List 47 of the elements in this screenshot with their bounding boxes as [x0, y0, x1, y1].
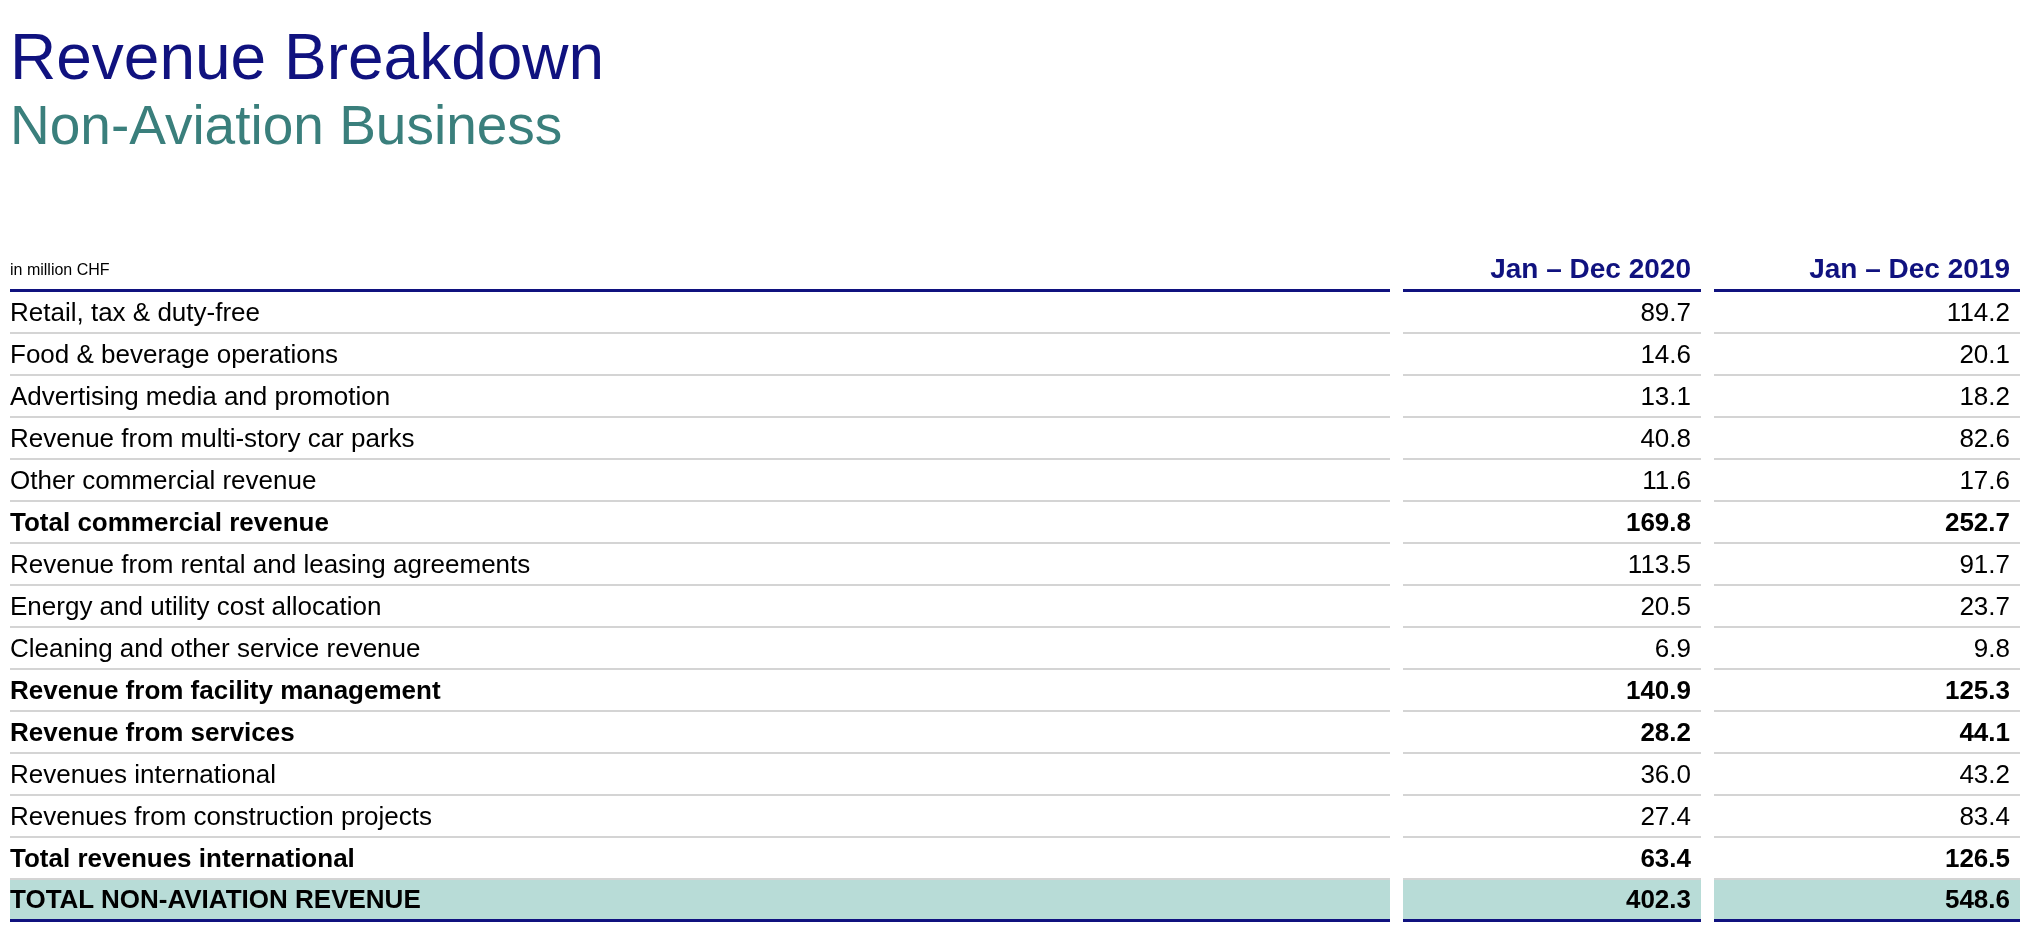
- value-cell: 548.6: [1714, 880, 2020, 922]
- row-label: Energy and utility cost allocation: [10, 586, 1390, 628]
- value-cell: 36.0: [1403, 754, 1701, 796]
- row-label: Other commercial revenue: [10, 460, 1390, 502]
- value-cell: 252.7: [1714, 502, 2020, 544]
- page-title: Revenue Breakdown: [10, 22, 606, 92]
- value-cell: 43.2: [1714, 754, 2020, 796]
- value-cell: 402.3: [1403, 880, 1701, 922]
- row-label: Revenue from rental and leasing agreements: [10, 544, 1390, 586]
- value-cell: 6.9: [1403, 628, 1701, 670]
- row-label: Revenue from facility management: [10, 670, 1390, 712]
- column-header: Jan – Dec 2020: [1490, 253, 1691, 285]
- page-subtitle: Non-Aviation Business: [10, 93, 564, 158]
- value-cell: 44.1: [1714, 712, 2020, 754]
- column-header: Jan – Dec 2019: [1809, 253, 2010, 285]
- value-cell: 27.4: [1403, 796, 1701, 838]
- unit-label: in million CHF: [10, 261, 110, 280]
- row-label: Revenue from services: [10, 712, 1390, 754]
- value-cell: 114.2: [1714, 292, 2020, 334]
- row-label: TOTAL NON-AVIATION REVENUE: [10, 880, 1390, 922]
- row-label: Total commercial revenue: [10, 502, 1390, 544]
- value-cell: 91.7: [1714, 544, 2020, 586]
- row-label: Food & beverage operations: [10, 334, 1390, 376]
- value-cell: 113.5: [1403, 544, 1701, 586]
- value-cell: 140.9: [1403, 670, 1701, 712]
- row-label: Revenue from multi-story car parks: [10, 418, 1390, 460]
- value-cell: 125.3: [1714, 670, 2020, 712]
- value-cell: 89.7: [1403, 292, 1701, 334]
- value-cell: 83.4: [1714, 796, 2020, 838]
- value-cell: 18.2: [1714, 376, 2020, 418]
- value-cell: 20.5: [1403, 586, 1701, 628]
- value-cell: 28.2: [1403, 712, 1701, 754]
- value-cell: 20.1: [1714, 334, 2020, 376]
- value-cell: 11.6: [1403, 460, 1701, 502]
- row-label: Cleaning and other service revenue: [10, 628, 1390, 670]
- value-cell: 9.8: [1714, 628, 2020, 670]
- value-cell: 169.8: [1403, 502, 1701, 544]
- value-cell: 17.6: [1714, 460, 2020, 502]
- value-cell: 40.8: [1403, 418, 1701, 460]
- value-cell: 23.7: [1714, 586, 2020, 628]
- row-label: Revenues from construction projects: [10, 796, 1390, 838]
- value-cell: 13.1: [1403, 376, 1701, 418]
- row-label: Retail, tax & duty-free: [10, 292, 1390, 334]
- row-label: Revenues international: [10, 754, 1390, 796]
- value-cell: 14.6: [1403, 334, 1701, 376]
- value-cell: 82.6: [1714, 418, 2020, 460]
- row-label: Advertising media and promotion: [10, 376, 1390, 418]
